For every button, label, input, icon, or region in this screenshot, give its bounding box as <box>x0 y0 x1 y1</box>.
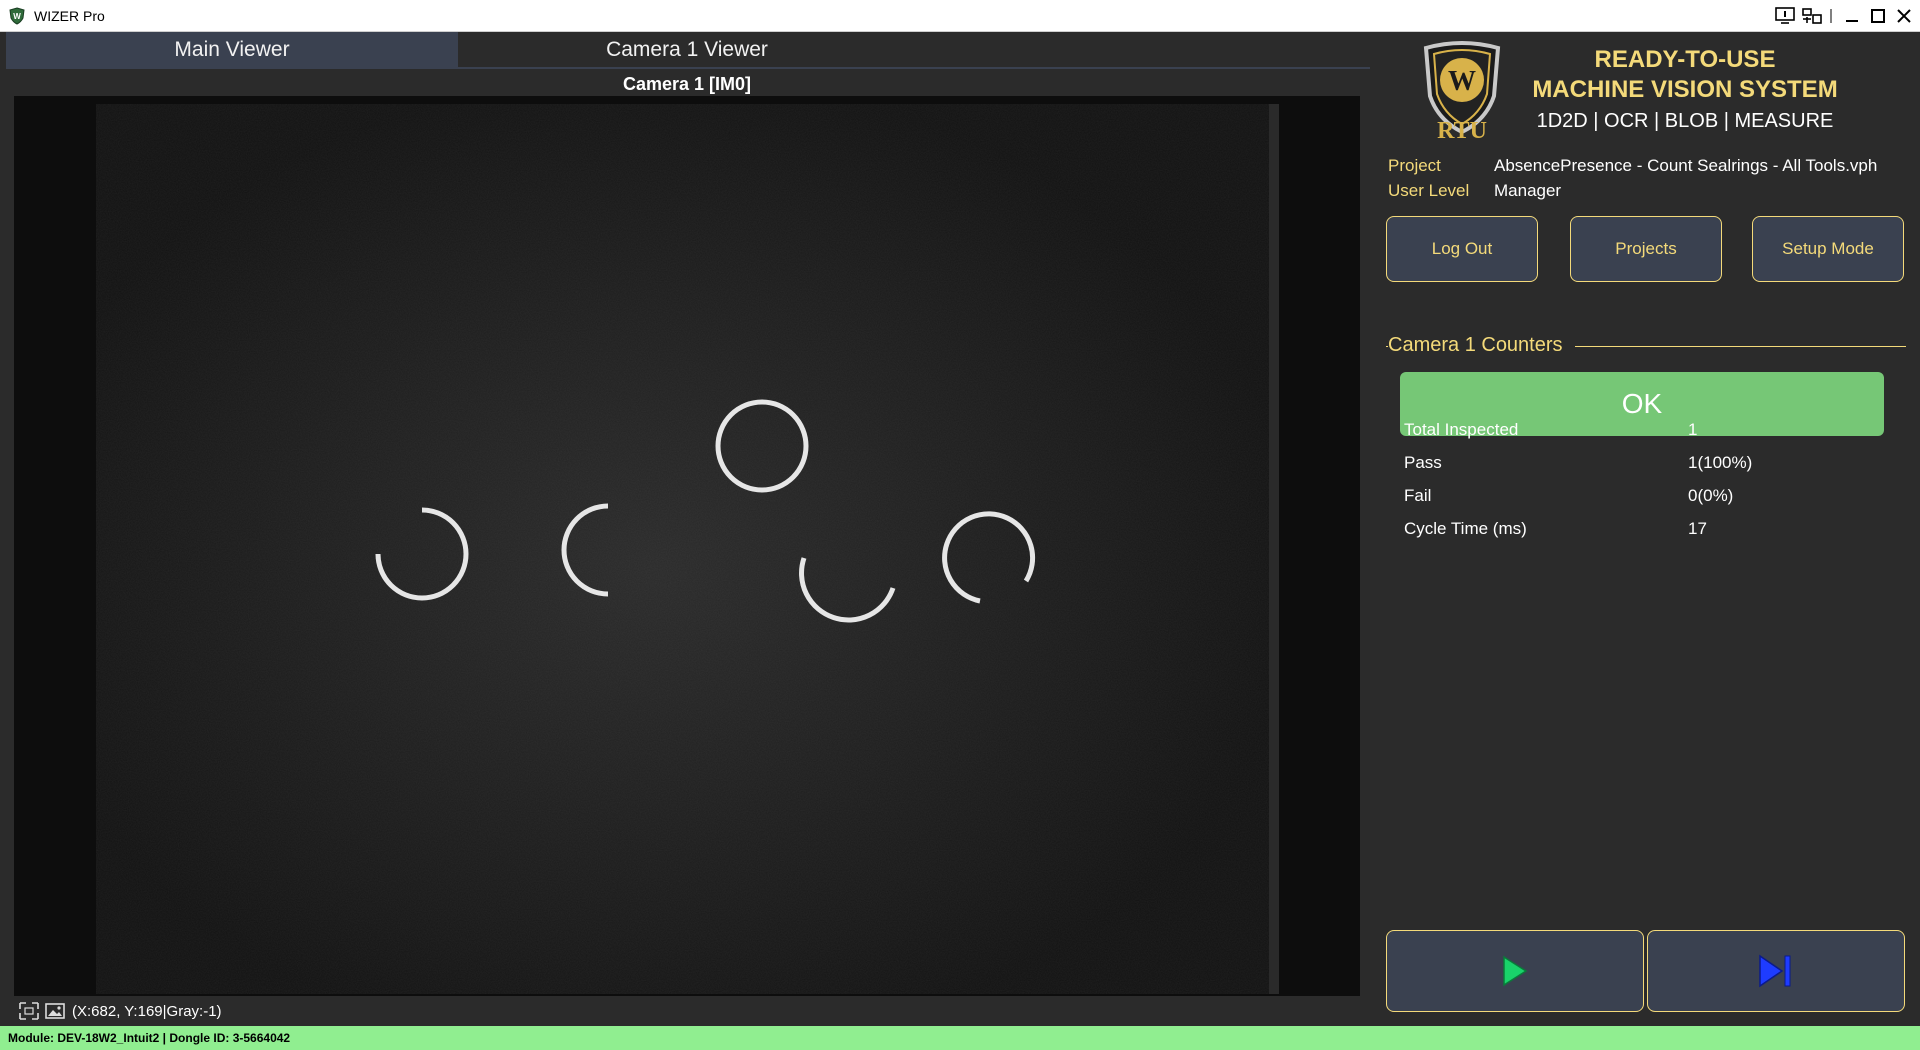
user-level-value: Manager <box>1494 181 1562 200</box>
counter-label-fail: Fail <box>1404 486 1432 505</box>
tab-underline <box>6 67 1370 69</box>
user-level-label: User Level <box>1388 181 1470 200</box>
viewer-footer: (X:682, Y:169|Gray:-1) <box>18 998 1358 1024</box>
titlebar-separator <box>1828 4 1834 28</box>
tools-icon[interactable] <box>1800 4 1824 28</box>
fit-to-window-icon[interactable] <box>18 1001 40 1021</box>
monitor-info-icon[interactable] <box>1774 4 1796 28</box>
close-icon[interactable] <box>1892 4 1916 28</box>
run-button[interactable] <box>1386 930 1644 1012</box>
control-panel: W RTU READY-TO-USE MACHINE VISION SYSTEM… <box>1370 32 1920 1026</box>
viewer-panel: Main Viewer Camera 1 Viewer Camera 1 [IM… <box>0 32 1370 1026</box>
tab-main-viewer[interactable]: Main Viewer <box>6 32 458 68</box>
viewer-title: Camera 1 [IM0] <box>622 74 752 94</box>
image-edge-highlight <box>1269 104 1279 994</box>
camera-image-viewer[interactable] <box>14 96 1360 996</box>
setup-mode-button[interactable]: Setup Mode <box>1752 216 1904 282</box>
counter-label-cycle-time: Cycle Time (ms) <box>1404 519 1527 538</box>
tab-camera-1-viewer[interactable]: Camera 1 Viewer <box>458 32 916 68</box>
camera-image <box>14 96 1360 996</box>
single-step-button[interactable] <box>1647 930 1905 1012</box>
projects-button[interactable]: Projects <box>1570 216 1722 282</box>
app-shield-icon: W <box>9 7 25 25</box>
window-title: WIZER Pro <box>34 8 105 24</box>
maximize-icon[interactable] <box>1866 4 1890 28</box>
status-bar: Module: DEV-18W2_Intuit2 | Dongle ID: 3-… <box>0 1026 1920 1050</box>
counters-header: Camera 1 Counters <box>1386 334 1906 358</box>
counters-title: Camera 1 Counters <box>1388 334 1575 357</box>
counter-value-pass: 1(100%) <box>1688 453 1753 472</box>
project-label: Project <box>1388 156 1441 175</box>
cursor-coordinate-readout: (X:682, Y:169|Gray:-1) <box>72 1003 222 1020</box>
svg-text:RTU: RTU <box>1437 118 1487 140</box>
step-forward-icon <box>1759 954 1791 988</box>
rtu-logo: W RTU <box>1423 41 1501 140</box>
headline-ready-to-use: READY-TO-USE <box>1594 46 1776 73</box>
project-value: AbsencePresence - Count Sealrings - All … <box>1494 156 1878 175</box>
counter-value-cycle-time: 17 <box>1688 519 1707 538</box>
image-icon[interactable] <box>44 1001 66 1021</box>
minimize-icon[interactable] <box>1840 4 1864 28</box>
counter-label-pass: Pass <box>1404 453 1442 472</box>
svg-text:W: W <box>13 12 21 21</box>
headline-capabilities: 1D2D | OCR | BLOB | MEASURE <box>1536 110 1834 132</box>
headline-machine-vision: MACHINE VISION SYSTEM <box>1532 76 1838 103</box>
svg-text:W: W <box>1448 66 1476 97</box>
play-icon <box>1503 955 1528 987</box>
logout-button[interactable]: Log Out <box>1386 216 1538 282</box>
title-bar: W WIZER Pro <box>0 0 1920 32</box>
viewer-tabs: Main Viewer Camera 1 Viewer <box>6 32 1370 69</box>
counter-value-fail: 0(0%) <box>1688 486 1734 505</box>
counter-label-total-inspected: Total Inspected <box>1404 420 1519 439</box>
counter-value-total-inspected: 1 <box>1688 420 1698 439</box>
